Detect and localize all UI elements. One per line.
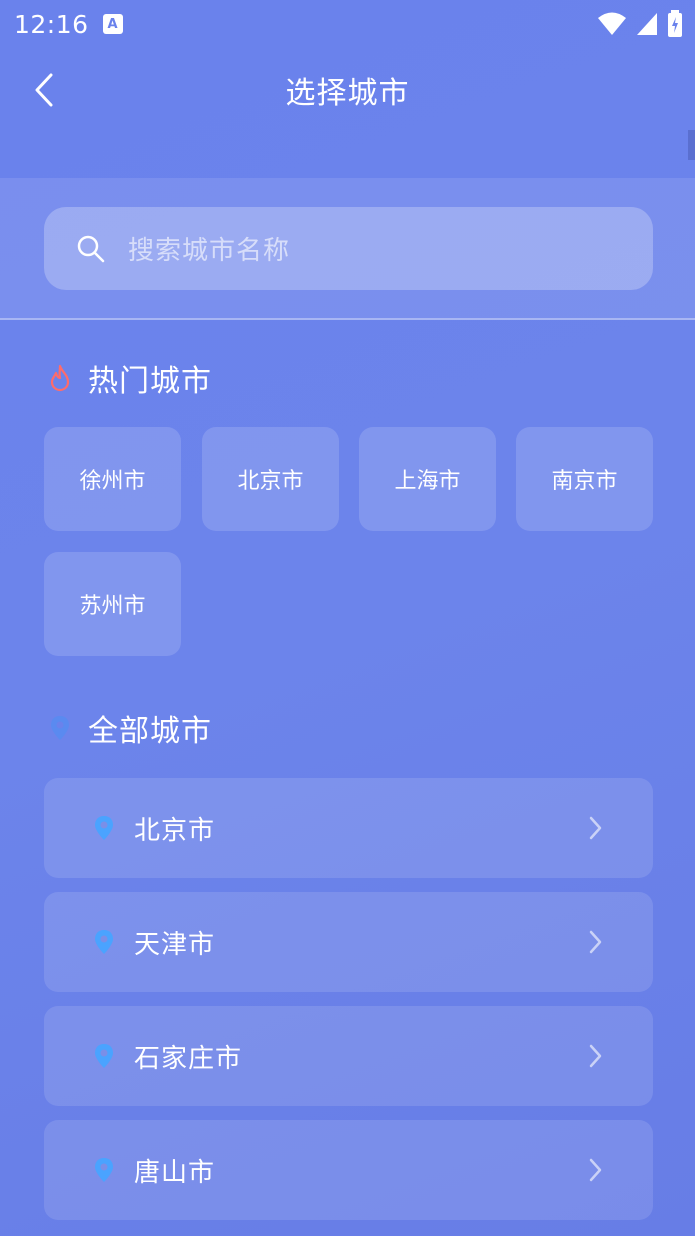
hot-city-button[interactable]: 南京市: [516, 427, 653, 531]
hot-city-button[interactable]: 苏州市: [44, 552, 181, 656]
all-cities-label: 全部城市: [88, 714, 212, 749]
location-pin-icon: [51, 716, 69, 740]
hot-city-button[interactable]: 北京市: [202, 427, 339, 531]
city-name: 天津市: [134, 929, 216, 960]
status-time: 12:16: [14, 9, 89, 39]
location-pin-icon: [95, 1158, 113, 1182]
city-list-item[interactable]: 唐山市: [44, 1120, 653, 1220]
chevron-right-icon: [589, 1044, 602, 1068]
status-icons: [597, 10, 683, 38]
city-list-item[interactable]: 天津市: [44, 892, 653, 992]
city-list-item[interactable]: 北京市: [44, 778, 653, 878]
search-placeholder: 搜索城市名称: [128, 236, 291, 266]
chevron-right-icon: [589, 1158, 602, 1182]
hot-cities-header: 热门城市: [48, 356, 212, 400]
search-section: 搜索城市名称: [0, 178, 695, 320]
battery-icon: [668, 10, 682, 37]
wifi-icon: [598, 12, 626, 35]
location-pin-icon: [95, 816, 113, 840]
chevron-right-icon: [589, 930, 602, 954]
chevron-right-icon: [589, 816, 602, 840]
hot-city-button[interactable]: 上海市: [359, 427, 496, 531]
cell-signal-icon: [637, 13, 657, 35]
location-pin-icon: [95, 930, 113, 954]
search-input[interactable]: 搜索城市名称: [44, 207, 653, 290]
city-name: 北京市: [134, 815, 216, 846]
location-pin-icon: [95, 1044, 113, 1068]
hot-city-button[interactable]: 徐州市: [44, 427, 181, 531]
hot-cities-label: 热门城市: [88, 364, 212, 399]
scroll-indicator: [688, 130, 695, 160]
notification-icon: A: [102, 14, 123, 34]
chevron-left-icon: [35, 73, 53, 107]
city-list-item[interactable]: 石家庄市: [44, 1006, 653, 1106]
city-name: 石家庄市: [134, 1043, 243, 1074]
nav-bar: 选择城市: [0, 48, 695, 132]
city-name: 唐山市: [134, 1157, 216, 1188]
search-icon: [77, 235, 105, 262]
page-title: 选择城市: [285, 76, 410, 111]
status-bar: 12:16 A: [0, 0, 695, 48]
all-cities-header: 全部城市: [48, 706, 212, 750]
fire-icon: [50, 364, 70, 392]
back-button[interactable]: [24, 68, 64, 112]
